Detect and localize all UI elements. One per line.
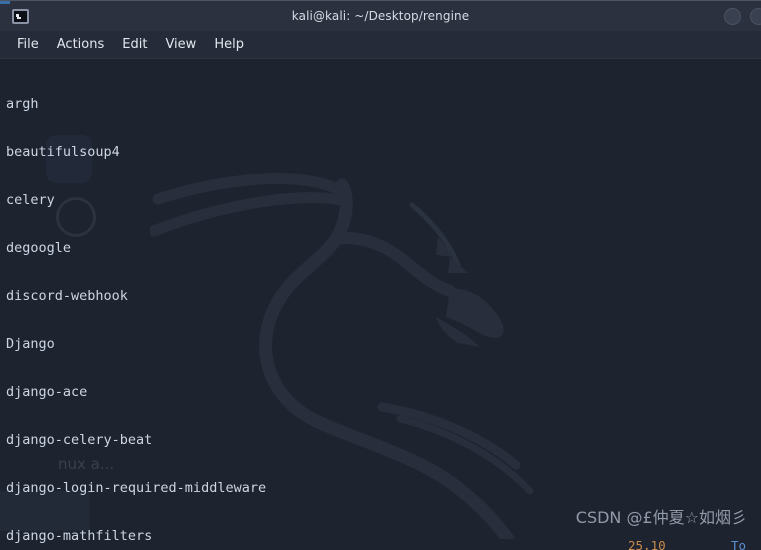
list-item: celery xyxy=(6,192,55,208)
terminal-icon xyxy=(12,8,29,24)
menu-item-help[interactable]: Help xyxy=(205,34,253,55)
menu-item-edit[interactable]: Edit xyxy=(113,34,156,55)
menu-item-actions[interactable]: Actions xyxy=(48,34,114,55)
window-accent-corner xyxy=(0,1,10,4)
list-item: django-ace xyxy=(6,384,88,400)
list-item: argh xyxy=(6,96,39,112)
window-controls xyxy=(724,1,761,31)
list-item: django-mathfilters xyxy=(6,528,153,544)
package-list: argh beautifulsoup4 celery degoogle disc… xyxy=(0,59,761,550)
list-item: degoogle xyxy=(6,240,72,256)
list-item: discord-webhook xyxy=(6,288,128,304)
window-title: kali@kali: ~/Desktop/rengine xyxy=(291,9,470,23)
menu-bar: File Actions Edit View Help xyxy=(0,31,761,59)
menu-item-view[interactable]: View xyxy=(156,34,205,55)
title-bar[interactable]: kali@kali: ~/Desktop/rengine xyxy=(0,0,761,31)
list-item: django-celery-beat xyxy=(6,432,153,448)
maximize-button[interactable] xyxy=(750,7,761,25)
list-item: beautifulsoup4 xyxy=(6,144,120,160)
list-item: django-login-required-middleware xyxy=(6,480,267,496)
minimize-button[interactable] xyxy=(724,7,741,25)
menu-item-file[interactable]: File xyxy=(8,34,48,55)
terminal-content-area[interactable]: nux a... ine argh beautifulsoup4 celery … xyxy=(0,59,761,550)
terminal-window: kali@kali: ~/Desktop/rengine File Action… xyxy=(0,0,761,550)
list-item: Django xyxy=(6,336,55,352)
